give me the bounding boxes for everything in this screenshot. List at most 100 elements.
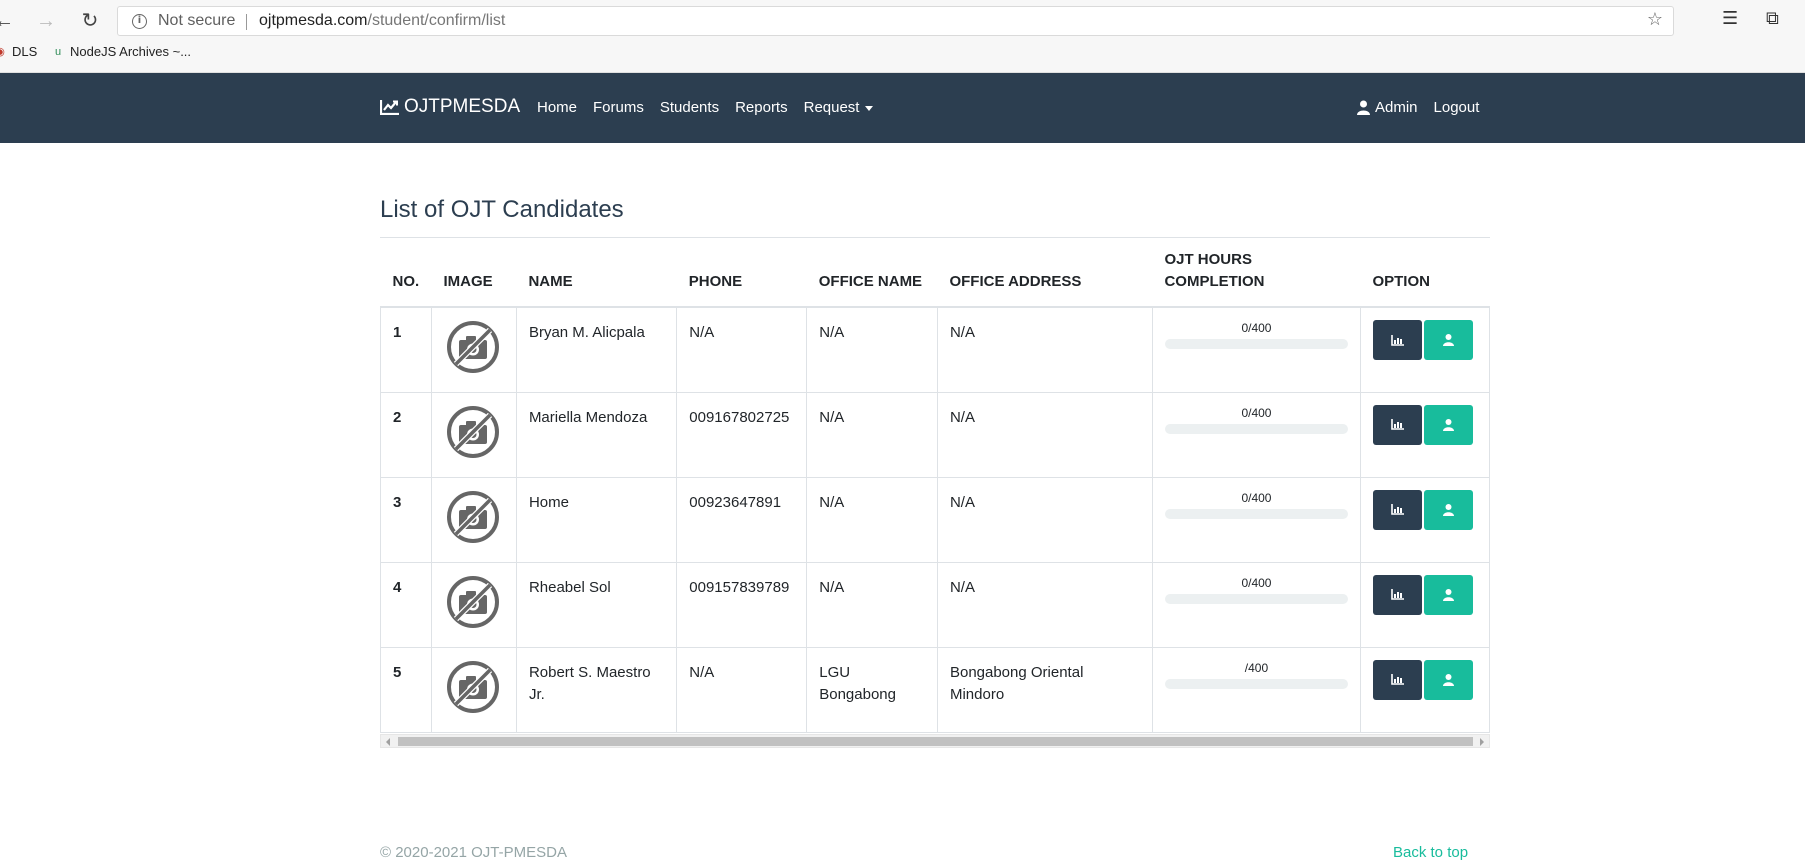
cell-options [1359,392,1491,478]
nav-reports[interactable]: Reports [735,99,788,116]
bookmark-star-icon[interactable]: ☆ [1647,9,1663,30]
url-host: ojtpmesda.com [259,12,368,29]
caret-down-icon [865,105,874,111]
back-icon[interactable]: ← [0,8,16,34]
cell-no: 3 [380,477,432,563]
chart-area-icon [1391,674,1404,685]
cell-office-address: N/A [936,562,1153,648]
security-label[interactable]: Not secure [158,12,235,30]
view-report-button[interactable] [1372,489,1422,530]
nav-admin[interactable]: Admin [1357,99,1418,116]
table-row: 3 Home 00923647891 N/A N/A 0/400 [380,477,1491,563]
chart-area-icon [1391,419,1404,430]
nav-logout[interactable]: Logout [1434,99,1480,116]
main-nav: Home Forums Students Reports Request [537,99,874,116]
header-no: NO. [380,238,432,308]
header-hours-line1: OJT HOURS [1164,251,1252,268]
brand-name: OJTPMESDA [404,96,521,117]
chart-area-icon [1391,504,1404,515]
url-text[interactable]: ojtpmesda.com/student/confirm/list [259,12,505,30]
collections-icon[interactable]: ⧉ [1766,8,1779,29]
cell-image [430,647,517,733]
cell-office-address: N/A [936,392,1153,478]
header-ojt-hours: OJT HOURS COMPLETION [1152,238,1361,308]
header-option: OPTION [1360,238,1490,308]
scroll-left-icon[interactable] [386,738,390,746]
back-to-top-link[interactable]: Back to top [1393,844,1468,861]
cell-office-address: N/A [936,477,1153,563]
header-office-name: OFFICE NAME [806,238,938,308]
table-row: 4 Rheabel Sol 009157839789 N/A N/A 0/400 [380,562,1491,648]
candidates-table-wrapper: NO. IMAGE NAME PHONE OFFICE NAME OFFICE … [380,238,1491,733]
table-header-row: NO. IMAGE NAME PHONE OFFICE NAME OFFICE … [380,238,1490,308]
app-navbar: OJTPMESDA Home Forums Students Reports R… [0,73,1805,143]
nav-home[interactable]: Home [537,99,577,116]
chart-line-icon [380,100,399,115]
dls-favicon-icon: ◉ [0,46,6,58]
url-path: /student/confirm/list [367,12,506,29]
view-profile-button[interactable] [1423,320,1473,360]
nav-request-dropdown[interactable]: Request [804,99,874,116]
nav-students[interactable]: Students [660,99,719,116]
browser-chrome: ← → ↻ i Not secure ojtpmesda.com/student… [0,0,1805,73]
brand[interactable]: OJTPMESDA [380,96,520,118]
cell-name: Bryan M. Alicpala [515,307,678,393]
cell-phone: N/A [676,647,808,733]
hours-value: 0/400 [1241,321,1272,335]
hours-progress [1164,593,1348,604]
info-icon[interactable]: i [132,14,147,29]
scrollbar-thumb[interactable] [398,737,1473,746]
cell-office-name: LGU Bongabong [806,647,938,733]
user-icon [1442,588,1454,601]
view-profile-button[interactable] [1423,489,1473,530]
view-profile-button[interactable] [1423,659,1473,700]
view-report-button[interactable] [1372,574,1422,615]
header-name: NAME [516,238,677,308]
cell-ojt-hours: 0/400 [1151,562,1361,648]
cell-ojt-hours: 0/400 [1151,392,1361,478]
favorites-icon[interactable]: ☰ [1722,8,1738,29]
cell-options [1359,307,1491,393]
bookmark-label: NodeJS Archives ~... [70,44,192,59]
cell-office-name: N/A [806,562,938,648]
cell-office-address: N/A [936,307,1153,393]
forward-icon[interactable]: → [34,8,58,34]
view-report-button[interactable] [1372,404,1422,445]
cell-name: Home [515,477,678,563]
view-report-button[interactable] [1372,320,1422,360]
reload-icon[interactable]: ↻ [78,8,102,34]
cell-ojt-hours: 0/400 [1151,307,1361,393]
hours-progress [1164,339,1348,349]
user-icon [1442,418,1454,431]
address-bar[interactable]: i Not secure ojtpmesda.com/student/confi… [117,6,1674,36]
scroll-right-icon[interactable] [1480,738,1484,746]
user-icon [1442,334,1454,346]
nav-request-label: Request [803,99,860,116]
header-hours-line2: COMPLETION [1164,273,1265,290]
nav-forums[interactable]: Forums [593,99,644,116]
cell-office-name: N/A [806,477,938,563]
cell-name: Mariella Mendoza [515,392,678,478]
cell-office-address: Bongabong Oriental Mindoro [936,647,1153,733]
page-title: List of OJT Candidates [380,196,624,223]
user-nav: Admin Logout [1357,99,1479,116]
view-profile-button[interactable] [1423,574,1473,615]
table-horizontal-scrollbar[interactable] [380,734,1490,748]
hours-progress [1164,508,1348,519]
user-icon [1442,503,1454,516]
header-phone: PHONE [676,238,807,308]
table-row: 5 Robert S. Maestro Jr. N/A LGU Bongabon… [380,647,1491,733]
footer-copyright: © 2020-2021 OJT-PMESDA [380,844,567,861]
header-office-address: OFFICE ADDRESS [937,238,1153,308]
no-image-camera-icon [446,405,499,458]
cell-office-name: N/A [806,307,938,393]
view-report-button[interactable] [1372,659,1422,700]
cell-image [430,392,517,478]
table-row: 1 Bryan M. Alicpala N/A N/A N/A 0/400 [380,307,1491,393]
no-image-camera-icon [446,321,499,373]
view-profile-button[interactable] [1423,404,1473,445]
chart-area-icon [1391,334,1404,346]
bookmark-dls[interactable]: ◉ DLS [0,44,37,59]
header-image: IMAGE [431,238,517,308]
bookmark-nodejs[interactable]: u NodeJS Archives ~... [52,44,191,59]
